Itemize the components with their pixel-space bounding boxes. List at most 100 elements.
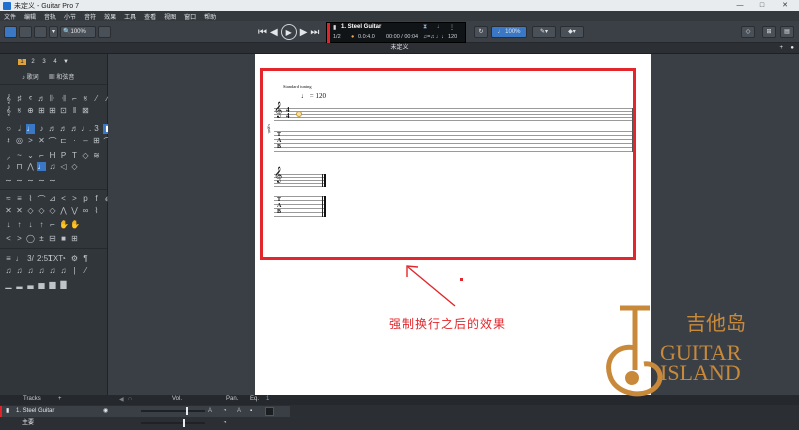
pan-knob[interactable]: ◔ (223, 406, 227, 417)
hammer-icon[interactable]: H (48, 151, 57, 162)
alt-ending-icon[interactable]: ⌐ (70, 94, 79, 104)
thirtysecond-note-icon[interactable]: ♬ (59, 124, 68, 134)
menu-window[interactable]: 窗口 (184, 12, 196, 21)
bend-icon[interactable]: ⌐ (37, 151, 46, 162)
strum-down-icon[interactable]: ⋁ (70, 206, 79, 215)
next-bar-icon[interactable]: ▶ (300, 27, 308, 38)
lcd-countin-icon[interactable]: ♩ (437, 24, 443, 30)
menu-file[interactable]: 文件 (4, 12, 16, 21)
wave-4-icon[interactable]: ∼ (37, 176, 46, 185)
brush-icon[interactable]: ⊿ (48, 194, 57, 205)
level-1-icon[interactable]: ▁ (4, 280, 13, 289)
menu-tools[interactable]: 工具 (124, 12, 136, 21)
hand-icon[interactable]: ✋ (59, 220, 69, 229)
master-pan-knob[interactable]: ◔ (223, 418, 227, 429)
fine-icon[interactable]: ⁄ (92, 94, 101, 104)
voice-3-button[interactable]: 3 (40, 59, 48, 65)
sixtyfourth-note-icon[interactable]: ♬ (70, 124, 79, 134)
palm-mute-icon[interactable]: ⊏ (59, 136, 68, 147)
inspector-button[interactable]: ▤ (780, 26, 794, 38)
speed-button[interactable]: ♩ 100% (491, 26, 527, 38)
sixteenth-note-icon[interactable]: ♬ (48, 124, 57, 134)
clock-icon[interactable]: ◔ (59, 254, 68, 263)
rasgueado-icon[interactable]: ≈ (4, 194, 13, 205)
vibrato-icon[interactable]: ~ (15, 151, 24, 162)
arrow-up-icon[interactable]: ↑ (37, 220, 46, 229)
staff-icon[interactable]: ≡ (4, 254, 13, 263)
diagram-icon[interactable]: ⊞ (70, 234, 79, 243)
staccato-icon[interactable]: · (70, 136, 79, 147)
level-6-icon[interactable]: ▇ (59, 280, 68, 289)
sweep-icon[interactable]: ⋀ (26, 162, 35, 171)
slap-icon[interactable]: ◇ (37, 206, 46, 215)
wide-vibrato-icon[interactable]: ≋ (92, 151, 101, 162)
chord-diagram-icon[interactable]: ⊞ (92, 136, 101, 147)
auto-volume-icon[interactable]: A (208, 406, 212, 417)
tune-icon[interactable]: ⚙ (70, 254, 79, 263)
stem-icon[interactable]: | (70, 266, 79, 275)
wave-1-icon[interactable]: ∼ (4, 176, 13, 185)
volume-button[interactable]: ◆▾ (560, 26, 584, 38)
eighth-note-icon[interactable]: ♪ (37, 124, 46, 134)
fermata-bar-icon[interactable]: ⊞ (48, 106, 57, 116)
bracket-icon[interactable]: ⌐ (48, 220, 57, 229)
time-sig-icon[interactable]: 𝄴 (26, 94, 35, 104)
menu-edit[interactable]: 编辑 (24, 12, 36, 21)
instrument-panel-button[interactable]: ⊞ (762, 26, 776, 38)
repeat-close-icon[interactable]: 𝄇 (59, 94, 68, 104)
last-bar-icon[interactable]: ⏭ (310, 27, 319, 38)
lcd-metronome-icon[interactable]: ⧗ (423, 24, 427, 31)
view-vertical-button[interactable] (34, 26, 47, 38)
pick-stroke-icon[interactable]: ⊓ (15, 162, 24, 171)
tab-menu-icon[interactable]: ● (790, 43, 794, 53)
ghost-note-icon[interactable]: ◎ (15, 136, 24, 147)
grace-note-icon[interactable]: ♪ (4, 162, 13, 171)
beam-group-6-icon[interactable]: ♫ (59, 266, 68, 275)
tab-add-icon[interactable]: + (779, 43, 783, 53)
whammy-icon[interactable]: ⌒ (37, 194, 46, 205)
track-add-icon[interactable]: + (58, 396, 62, 402)
menu-track[interactable]: 音轨 (44, 12, 56, 21)
triplet-icon[interactable]: ♬ (37, 94, 46, 104)
voice-4-button[interactable]: 4 (51, 59, 59, 65)
accent-icon[interactable]: > (26, 136, 35, 147)
double-bar-icon[interactable]: ‖ (70, 106, 79, 116)
menu-effects[interactable]: 效果 (104, 12, 116, 21)
beam-icon[interactable]: ♫ (48, 162, 57, 171)
dim-icon[interactable]: > (70, 194, 79, 205)
slash-icon[interactable]: ⁄ (81, 266, 90, 275)
let-ring-icon[interactable]: ⌒ (48, 136, 57, 147)
repeat-open-icon[interactable]: 𝄆 (48, 94, 57, 104)
maximize-button[interactable]: □ (754, 0, 770, 11)
trill-icon[interactable]: ⸝ (4, 151, 13, 162)
voice-1-button[interactable]: 1 (18, 59, 26, 65)
screen-button[interactable] (98, 26, 111, 38)
tapping-icon[interactable]: ✕ (15, 206, 24, 215)
layout-menu-button[interactable]: ▾ (49, 26, 58, 38)
menu-bar-measure[interactable]: 小节 (64, 12, 76, 21)
quarter-note-icon[interactable]: ♩ (26, 124, 35, 134)
menu-help[interactable]: 帮助 (204, 12, 216, 21)
diamond-icon[interactable]: ◇ (26, 206, 35, 215)
segno-icon[interactable]: 𝄋 (15, 106, 24, 116)
arrow-down-icon[interactable]: ↓ (26, 220, 35, 229)
tuplet-icon[interactable]: 3 (92, 124, 101, 134)
level-5-icon[interactable]: ▆ (48, 280, 57, 289)
golpe-icon[interactable]: ⌇ (92, 206, 101, 215)
tremolo-icon[interactable]: ≡ (15, 194, 24, 205)
wave-5-icon[interactable]: ∼ (48, 176, 57, 185)
tenuto-icon[interactable]: – (81, 136, 90, 147)
level-4-icon[interactable]: ▅ (37, 280, 46, 289)
left-angle-icon[interactable]: < (4, 234, 13, 243)
chord-button[interactable]: ▦ 和弦音 (49, 72, 75, 81)
bar-count-icon[interactable]: 3/ (26, 254, 35, 263)
rest-icon[interactable]: 𝄽 (4, 136, 13, 147)
section-icon[interactable]: 𝄞 (4, 106, 13, 116)
key-icon[interactable]: ♯ (15, 94, 24, 104)
tap-icon[interactable]: T (70, 151, 79, 162)
visibility-eye-icon[interactable]: ◉ (103, 406, 108, 417)
voice-2-button[interactable]: 2 (29, 59, 37, 65)
volume-handle[interactable] (186, 407, 188, 415)
paragraph-icon[interactable]: ¶ (81, 254, 90, 263)
txt-icon[interactable]: TXT (48, 254, 63, 263)
